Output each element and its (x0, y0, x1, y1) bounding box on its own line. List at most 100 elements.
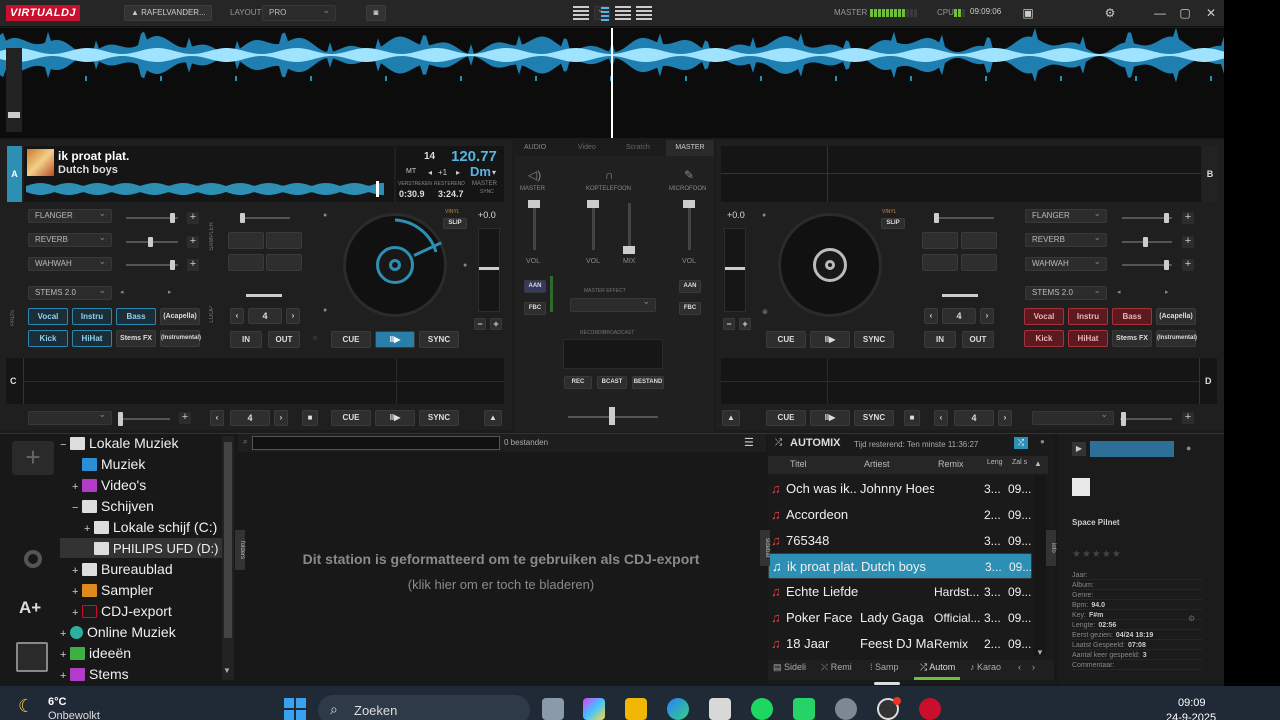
deck-a-stems-fx[interactable]: Stems FX (116, 330, 156, 347)
deck-d-eject-icon[interactable]: ▲ (722, 410, 740, 426)
automix-scrollbar[interactable]: ▼ (1034, 476, 1046, 657)
deck-d-loop-half-icon[interactable]: ‹ (934, 410, 948, 426)
bestand-button[interactable]: BESTAND (632, 376, 664, 389)
layout-4-icon[interactable] (636, 6, 652, 20)
microphone-volume-knob[interactable] (683, 200, 695, 208)
font-size-icon[interactable]: A+ (19, 598, 41, 618)
layout-select[interactable]: PRO (262, 3, 336, 21)
headphones-volume-knob[interactable] (587, 200, 599, 208)
deck-b-slip-button[interactable]: SLIP (881, 218, 905, 229)
settings-icon[interactable] (835, 698, 857, 720)
deck-a-play-button[interactable]: II▶ (375, 331, 415, 348)
deck-a-key-up-icon[interactable]: ▸ (456, 168, 460, 177)
deck-c-plus-icon[interactable]: + (179, 412, 191, 424)
calendar-icon[interactable]: ▣ (1020, 5, 1036, 21)
tree-item-local-music[interactable]: − Lokale Muziek (60, 433, 179, 453)
waveform-zoom-slider[interactable] (6, 48, 22, 132)
deck-a-key[interactable]: Dm (470, 164, 491, 179)
deck-b-cue-button[interactable]: CUE (766, 331, 806, 348)
col-artist[interactable]: Artiest (864, 459, 890, 469)
deck-b-fx-3-knob[interactable] (1164, 260, 1169, 270)
deck-c-loop-half-icon[interactable]: ‹ (210, 410, 224, 426)
tab-more-next-icon[interactable]: › (1032, 662, 1035, 672)
deck-b-loop-half-icon[interactable]: ‹ (924, 308, 938, 324)
layout-1-icon[interactable] (573, 6, 589, 20)
deck-a-sampler-pad-2[interactable] (266, 232, 302, 249)
deck-b-fx-2-select[interactable]: REVERB (1025, 231, 1107, 247)
deck-a-mt[interactable]: MT (406, 168, 416, 175)
sidebar-side-tab[interactable]: sidebar (760, 530, 770, 566)
deck-a-stems-next-icon[interactable]: ▸ (168, 288, 172, 296)
deck-b-sampler-pad-2[interactable] (961, 232, 997, 249)
deck-a-stem-hihat[interactable]: HiHat (72, 330, 112, 347)
deck-b-fx-2-knob[interactable] (1143, 237, 1148, 247)
deck-b-sampler-pad-3[interactable] (922, 254, 958, 271)
settings-gear-icon[interactable]: ⚙ (1102, 5, 1118, 21)
close-icon[interactable]: ✕ (1203, 5, 1219, 21)
deck-a-master-label[interactable]: MASTER (472, 181, 497, 187)
store-icon[interactable] (709, 698, 731, 720)
broadcast-button[interactable]: BCAST (597, 376, 627, 389)
deck-b-sync-button[interactable]: SYNC (854, 331, 894, 348)
deck-a-sampler-pad-3[interactable] (228, 254, 264, 271)
deck-a-pitch-plus[interactable]: + (490, 318, 502, 330)
minimize-icon[interactable]: — (1152, 5, 1168, 21)
deck-b-cue-dot-icon[interactable]: ● (762, 212, 766, 219)
info-rating-stars[interactable]: ★★★★★ (1072, 549, 1122, 560)
deck-a-sampler-volume[interactable] (240, 217, 290, 219)
deck-a-pitch-slider[interactable] (478, 228, 500, 312)
deck-a-fx-3-select[interactable]: WAHWAH (28, 255, 112, 271)
automix-random-icon[interactable]: ⤮ (1014, 437, 1028, 449)
task-view-icon[interactable] (542, 698, 564, 720)
tree-item-music[interactable]: Muziek (72, 454, 145, 474)
deck-d-stop-icon[interactable]: ■ (904, 410, 920, 426)
deck-b-stem-instrumental[interactable]: (Instrumental) (1156, 330, 1197, 347)
col-length[interactable]: Leng (987, 459, 1003, 466)
tree-item-drive-d[interactable]: PHILIPS UFD (D:) (60, 538, 222, 558)
record-icon[interactable]: ◙ (366, 5, 386, 21)
tab-sampler[interactable]: ⁞ Samp (870, 662, 899, 672)
deck-b-jogwheel[interactable] (778, 213, 882, 317)
tree-item-drive-c[interactable]: + Lokale schijf (C:) (84, 517, 217, 537)
tree-item-online-music[interactable]: + Online Muziek (60, 622, 176, 642)
deck-a-loop-slider[interactable] (246, 294, 282, 297)
deck-c-volume-slider[interactable] (118, 418, 170, 420)
deck-b-stems-next-icon[interactable]: ▸ (1165, 288, 1169, 296)
deck-c-loop-size[interactable]: 4 (230, 410, 270, 426)
deck-b-fx-3-select[interactable]: WAHWAH (1025, 255, 1107, 271)
tree-item-stems[interactable]: + Stems (60, 664, 129, 684)
whatsapp-icon[interactable] (793, 698, 815, 720)
deck-b-stems-prev-icon[interactable]: ◂ (1117, 288, 1121, 296)
deck-a-sampler-volume-knob[interactable] (240, 213, 245, 223)
automix-row[interactable]: ♫ Accordeon 2... 09... (768, 502, 1032, 528)
deck-a-sampler-pad-1[interactable] (228, 232, 264, 249)
deck-a-cue-dot-icon[interactable]: ● (323, 212, 327, 219)
deck-d-loop-double-icon[interactable]: › (998, 410, 1012, 426)
virtualdj-taskbar-icon[interactable] (919, 698, 941, 720)
deck-a-fx-3-plus-icon[interactable]: + (187, 259, 199, 271)
automix-shuffle-icon[interactable]: ⤮ (775, 437, 782, 448)
deck-a-fx-1-select[interactable]: FLANGER (28, 207, 112, 223)
deck-d-volume-slider[interactable] (1120, 418, 1172, 420)
crossfader-knob[interactable] (609, 407, 615, 425)
deck-a-sync-button[interactable]: SYNC (419, 331, 459, 348)
deck-b-loop-in-button[interactable]: IN (924, 331, 956, 348)
automix-row[interactable]: ♫ 18 Jaar Feest DJ Ma...Remix 2... 09... (768, 631, 1032, 657)
weather-moon-icon[interactable]: ☾ (18, 696, 34, 717)
deck-a-fx-2-plus-icon[interactable]: + (187, 236, 199, 248)
spotify-icon[interactable] (751, 698, 773, 720)
deck-a-fx-3-knob[interactable] (170, 260, 175, 270)
deck-a-pitch-minus[interactable]: − (474, 318, 486, 330)
add-folder-plus-icon[interactable]: + (12, 441, 54, 475)
deck-a-overview-waveform[interactable] (26, 181, 384, 197)
tree-item-desktop[interactable]: + Bureaublad (72, 559, 173, 579)
browser-message[interactable]: Dit station is geformatteerd om te gebru… (246, 551, 756, 567)
taskbar-time[interactable]: 09:09 (1178, 697, 1206, 709)
folders-side-tab[interactable]: folders (235, 530, 245, 570)
deck-b-stem-kick[interactable]: Kick (1024, 330, 1064, 347)
deck-c-volume-knob[interactable] (118, 412, 123, 426)
info-side-tab[interactable]: info (1046, 530, 1056, 566)
deck-b-vinyl[interactable]: VINYL (882, 209, 896, 215)
mixer-tab-scratch[interactable]: Scratch (626, 144, 650, 151)
tree-item-videos[interactable]: + Video's (72, 475, 146, 495)
